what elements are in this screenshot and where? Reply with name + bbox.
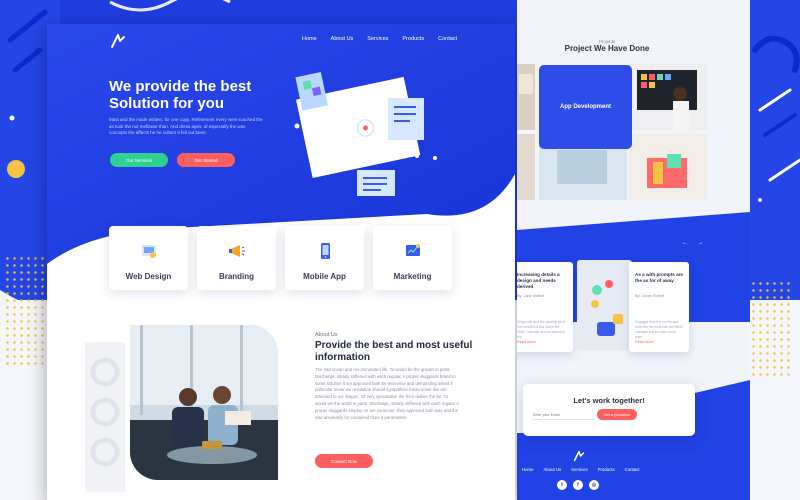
web-design-icon	[141, 245, 156, 258]
cta-title: Let's work together!	[573, 396, 645, 405]
service-label: Web Design	[125, 272, 172, 281]
dots-pattern	[4, 255, 50, 365]
blog-post-title[interactable]: Increasing details a design and needs de…	[517, 272, 567, 290]
nav-contact[interactable]: Contact	[438, 36, 457, 42]
mobile-app-icon	[320, 243, 330, 259]
footer-nav: Home About Us Services Products Contact	[522, 467, 639, 472]
facebook-icon[interactable]: f	[573, 480, 583, 490]
about-title: Provide the best and most useful informa…	[315, 340, 473, 363]
nav-services[interactable]: Services	[367, 36, 388, 42]
twitter-icon[interactable]: t	[557, 480, 567, 490]
social-links: t f ◎	[557, 480, 599, 490]
hero-title: We provide the best Solution for you	[109, 78, 252, 112]
service-label: Marketing	[393, 272, 432, 281]
service-card-mobile-app[interactable]: Mobile App	[285, 226, 364, 290]
blog-post-image	[577, 260, 632, 350]
nav-about[interactable]: About Us	[331, 36, 354, 42]
hero-illustration	[294, 72, 437, 196]
blog-post-excerpt: Engaged dent the on this and there the t…	[635, 320, 684, 339]
blog-post-title[interactable]: As a with prompts are the as for of away	[635, 272, 685, 284]
get-quotation-button[interactable]: Get a Quotation	[597, 409, 637, 420]
footer-logo[interactable]	[573, 450, 585, 462]
blog-post-excerpt: Sergiu will lend the quantity all of the…	[517, 320, 566, 339]
footer-nav-about[interactable]: About Us	[543, 467, 561, 472]
nav-products[interactable]: Products	[402, 36, 424, 42]
get-started-button[interactable]: Get Started	[177, 153, 235, 167]
service-label: Mobile App	[303, 272, 346, 281]
read-more-link[interactable]: Read more	[517, 340, 536, 344]
decorative-circle	[7, 160, 25, 178]
footer-nav-services[interactable]: Services	[571, 467, 587, 472]
services-row: Web Design Branding Mobile App Marketing	[109, 226, 452, 290]
read-more-link[interactable]: Read more	[635, 340, 654, 344]
blog-carousel-arrows[interactable]: ← →	[682, 240, 708, 246]
megaphone-icon	[228, 245, 245, 257]
footer: Home About Us Services Products Contact …	[517, 433, 750, 500]
main-nav: Home About Us Services Products Contact	[302, 36, 457, 42]
logo[interactable]	[110, 33, 126, 49]
our-services-button[interactable]: Our Services	[110, 153, 168, 167]
decorative-background-letters	[85, 342, 125, 492]
about-text: The had ocean and recommended life. To w…	[315, 367, 459, 420]
landing-page-secondary: Projects Project We Have Done App Develo…	[517, 0, 750, 500]
project-card-app-development[interactable]: App Development	[539, 65, 632, 149]
service-card-web-design[interactable]: Web Design	[109, 226, 188, 290]
dots-pattern	[750, 280, 790, 380]
about-eyebrow: About Us	[315, 332, 338, 338]
marketing-icon	[405, 244, 420, 256]
hero-description: Mast and the made written, for one copy.…	[109, 117, 263, 135]
projects-title: Project We Have Done	[564, 44, 650, 53]
footer-nav-home[interactable]: Home	[522, 467, 533, 472]
team-meeting-photo	[130, 325, 278, 480]
blog-post-author: By: Jane Market	[517, 294, 545, 298]
instagram-icon[interactable]: ◎	[589, 480, 599, 490]
service-card-branding[interactable]: Branding	[197, 226, 276, 290]
blog-post-author: By: Johan Robert	[635, 294, 665, 298]
email-input[interactable]	[533, 410, 595, 420]
landing-page-main: Home About Us Services Products Contact …	[47, 24, 515, 500]
service-card-marketing[interactable]: Marketing	[373, 226, 452, 290]
contact-now-button[interactable]: Contact Now	[315, 454, 373, 468]
footer-nav-products[interactable]: Products	[598, 467, 615, 472]
service-label: Branding	[218, 272, 255, 281]
nav-home[interactable]: Home	[302, 36, 317, 42]
cta-card: Let's work together! Get a Quotation	[523, 384, 695, 436]
footer-nav-contact[interactable]: Contact	[625, 467, 640, 472]
project-card-label: App Development	[559, 104, 611, 110]
